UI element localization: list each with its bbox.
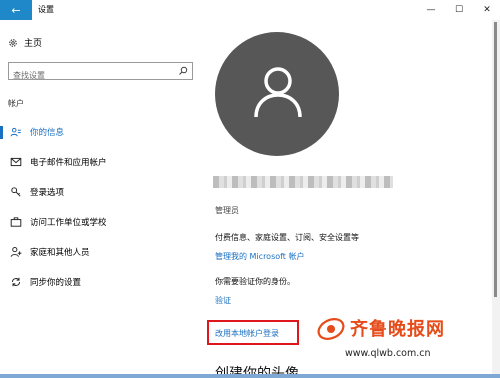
- watermark-brand: 齐鲁晚报网: [350, 319, 445, 340]
- taskbar-strip: [0, 374, 500, 378]
- sidebar-item-sync-settings[interactable]: 同步你的设置: [0, 270, 200, 294]
- account-features-text: 付费信息、家庭设置、订阅、安全设置等: [215, 233, 359, 242]
- close-button[interactable]: ✕: [474, 0, 500, 20]
- maximize-button[interactable]: ☐: [446, 0, 472, 20]
- verify-link[interactable]: 验证: [215, 295, 231, 306]
- sidebar-item-label: 登录选项: [30, 188, 65, 198]
- gear-icon: [9, 38, 17, 47]
- key-icon: [10, 186, 22, 198]
- verify-identity-text: 你需要验证你的身份。: [215, 277, 295, 286]
- maximize-icon: ☐: [454, 5, 464, 15]
- scrollbar-thumb[interactable]: [494, 22, 497, 297]
- person-add-icon: [10, 246, 22, 258]
- person-card-icon: [10, 126, 22, 138]
- mail-icon: [10, 156, 22, 168]
- active-indicator: [0, 126, 3, 139]
- watermark-logo: [317, 318, 345, 340]
- home-nav-item[interactable]: 主页: [8, 36, 42, 49]
- sidebar: 主页 帐户 你的信息 电子邮件和应用帐户: [0, 20, 200, 378]
- avatar: [215, 32, 339, 156]
- section-label-accounts: 帐户: [8, 99, 24, 108]
- back-button[interactable]: ←: [0, 0, 32, 20]
- sidebar-item-label: 你的信息: [30, 128, 65, 138]
- home-label: 主页: [24, 39, 43, 49]
- title-bar: ← 设置 — ☐ ✕: [0, 0, 500, 20]
- sync-icon: [10, 276, 22, 288]
- briefcase-icon: [10, 216, 22, 228]
- sidebar-item-label: 同步你的设置: [30, 278, 82, 288]
- sidebar-item-label: 访问工作单位或学校: [30, 218, 107, 228]
- sidebar-item-email-accounts[interactable]: 电子邮件和应用帐户: [0, 150, 200, 174]
- watermark-url: www.qlwb.com.cn: [345, 348, 431, 359]
- user-icon: [254, 67, 302, 118]
- sidebar-item-your-info[interactable]: 你的信息: [0, 120, 200, 144]
- manage-microsoft-account-link[interactable]: 管理我的 Microsoft 帐户: [215, 251, 305, 262]
- account-role: 管理员: [215, 206, 239, 215]
- switch-to-local-account-link[interactable]: 改用本地帐户登录: [215, 328, 279, 339]
- minimize-icon: —: [426, 5, 436, 15]
- sidebar-item-sign-in-options[interactable]: 登录选项: [0, 180, 200, 204]
- sidebar-item-work-school[interactable]: 访问工作单位或学校: [0, 210, 200, 234]
- sidebar-item-label: 电子邮件和应用帐户: [30, 158, 107, 168]
- sidebar-item-family-others[interactable]: 家庭和其他人员: [0, 240, 200, 264]
- sidebar-item-label: 家庭和其他人员: [30, 248, 90, 258]
- close-icon: ✕: [483, 5, 491, 15]
- redacted-account-name: [213, 176, 393, 188]
- search-box[interactable]: [8, 62, 193, 84]
- search-icon: [179, 66, 188, 75]
- window-title: 设置: [38, 5, 54, 14]
- search-input[interactable]: [9, 67, 169, 84]
- settings-window: ← 设置 — ☐ ✕ 主页 帐户: [0, 0, 500, 378]
- arrow-left-icon: ←: [11, 3, 21, 17]
- minimize-button[interactable]: —: [418, 0, 444, 20]
